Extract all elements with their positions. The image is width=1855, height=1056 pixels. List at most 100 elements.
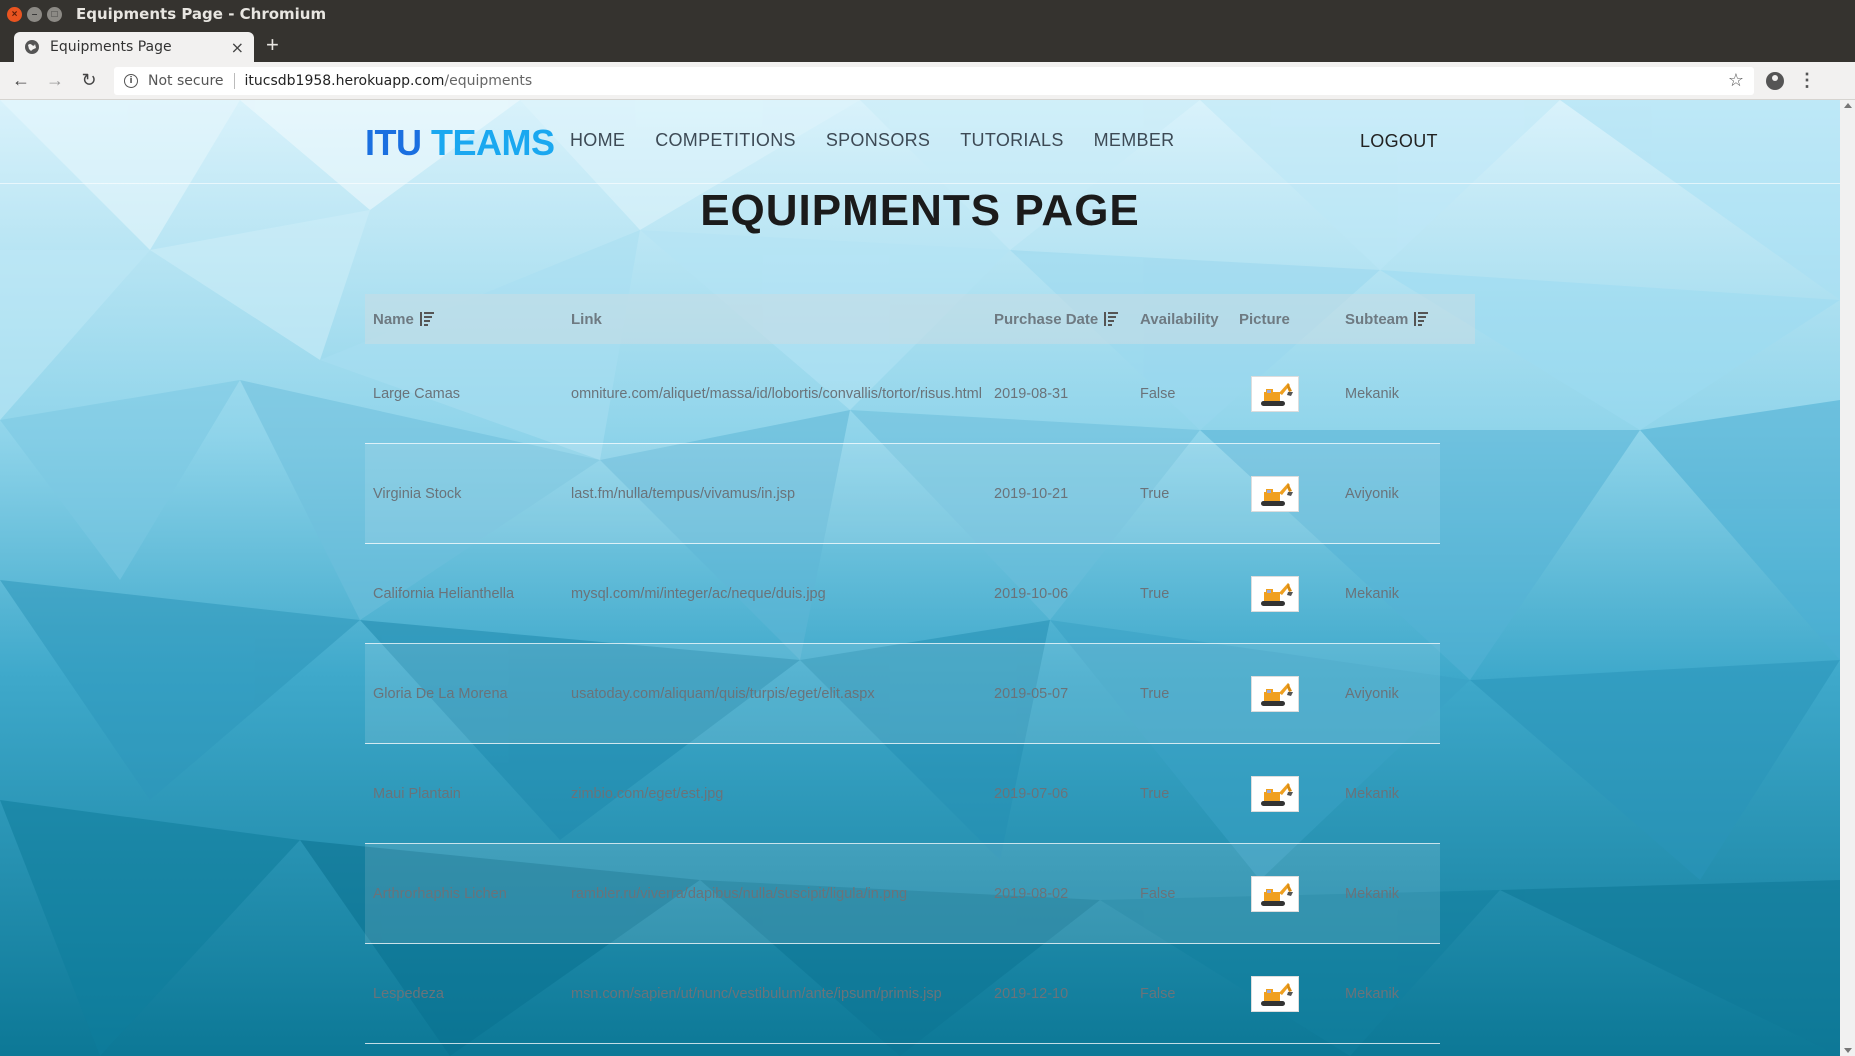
sort-icon[interactable] [1414, 312, 1429, 326]
nav-home[interactable]: HOME [570, 130, 625, 151]
window-controls: × – □ [7, 6, 62, 22]
table-row: Maui Plantain zimbio.com/eget/est.jpg 20… [365, 744, 1440, 844]
excavator-icon [1261, 982, 1293, 1006]
cell-picture [1231, 575, 1337, 612]
table-body: Large Camas omniture.com/aliquet/massa/i… [365, 344, 1475, 1044]
cell-link[interactable]: mysql.com/mi/integer/ac/neque/duis.jpg [563, 586, 986, 602]
excavator-thumbnail[interactable] [1251, 875, 1299, 912]
table-row: Large Camas omniture.com/aliquet/massa/i… [365, 344, 1440, 444]
new-tab-button[interactable]: + [266, 32, 279, 58]
header-subteam[interactable]: Subteam [1337, 311, 1440, 328]
cell-name: Large Camas [373, 385, 461, 402]
cell-link[interactable]: rambler.ru/viverra/dapibus/nulla/suscipi… [563, 886, 986, 902]
header-purchase-date[interactable]: Purchase Date [986, 311, 1132, 328]
cell-link[interactable]: omniture.com/aliquet/massa/id/lobortis/c… [563, 386, 986, 402]
page-title: EQUIPMENTS PAGE [700, 186, 1140, 235]
cell-link[interactable]: zimbio.com/eget/est.jpg [563, 786, 986, 802]
excavator-icon [1261, 582, 1293, 606]
logout-link[interactable]: LOGOUT [1360, 131, 1438, 152]
excavator-icon [1261, 482, 1293, 506]
browser-tab[interactable]: Equipments Page × [14, 32, 254, 62]
page-scrollbar[interactable] [1840, 100, 1855, 1056]
window-maximize-button[interactable]: □ [47, 6, 62, 22]
header-picture: Picture [1231, 311, 1337, 328]
cell-purchase-date: 2019-08-31 [994, 385, 1069, 402]
site-navbar: ITU TEAMS HOME COMPETITIONS SPONSORS TUT… [0, 100, 1840, 184]
cell-availability: True [1140, 685, 1170, 702]
excavator-icon [1261, 382, 1293, 406]
profile-icon[interactable] [1766, 71, 1784, 90]
cell-link[interactable]: msn.com/sapien/ut/nunc/vestibulum/ante/i… [563, 986, 986, 1002]
header-link-label: Link [571, 310, 602, 328]
window-minimize-button[interactable]: – [27, 6, 42, 22]
sort-icon[interactable] [1104, 312, 1119, 326]
info-icon[interactable]: i [124, 73, 138, 88]
brand-part2: TEAMS [431, 122, 555, 163]
excavator-thumbnail[interactable] [1251, 375, 1299, 412]
window-titlebar: × – □ Equipments Page - Chromium [0, 0, 1855, 28]
header-subteam-label: Subteam [1345, 310, 1409, 328]
header-availability: Availability [1132, 311, 1231, 328]
page-viewport: ITU TEAMS HOME COMPETITIONS SPONSORS TUT… [0, 100, 1840, 1056]
window-title: Equipments Page - Chromium [76, 5, 327, 23]
header-name-label: Name [373, 310, 414, 328]
cell-purchase-date: 2019-05-07 [994, 685, 1069, 702]
reload-icon[interactable]: ↻ [72, 66, 106, 96]
bookmark-star-icon[interactable]: ☆ [1728, 70, 1744, 91]
cell-subteam: Mekanik [1345, 585, 1399, 602]
nav-sponsors[interactable]: SPONSORS [826, 130, 930, 151]
excavator-thumbnail[interactable] [1251, 775, 1299, 812]
cell-subteam: Aviyonik [1345, 485, 1399, 502]
address-bar[interactable]: i Not secure itucsdb1958.herokuapp.com/e… [114, 66, 1754, 95]
cell-subteam: Mekanik [1345, 785, 1399, 802]
excavator-thumbnail[interactable] [1251, 675, 1299, 712]
scroll-up-icon[interactable] [1844, 103, 1852, 108]
cell-availability: False [1140, 885, 1176, 902]
sort-icon[interactable] [419, 312, 434, 326]
nav-competitions[interactable]: COMPETITIONS [655, 130, 796, 151]
cell-link[interactable]: last.fm/nulla/tempus/vivamus/in.jsp [563, 486, 986, 502]
header-name[interactable]: Name [365, 311, 563, 328]
cell-name: California Helianthella [373, 585, 515, 602]
cell-name: Virginia Stock [373, 485, 462, 502]
security-label: Not secure [148, 72, 224, 89]
excavator-thumbnail[interactable] [1251, 475, 1299, 512]
brand-logo[interactable]: ITU TEAMS [365, 122, 555, 164]
excavator-thumbnail[interactable] [1251, 975, 1299, 1012]
cell-subteam: Aviyonik [1345, 685, 1399, 702]
omnibox-separator [233, 72, 235, 89]
tab-close-icon[interactable]: × [231, 38, 244, 57]
nav-tutorials[interactable]: TUTORIALS [960, 130, 1063, 151]
url-path: /equipments [444, 72, 533, 89]
table-row: Gloria De La Morena usatoday.com/aliquam… [365, 644, 1440, 744]
tab-title: Equipments Page [50, 39, 172, 55]
cell-purchase-date: 2019-12-10 [994, 985, 1069, 1002]
cell-name: Lespedeza [373, 985, 444, 1002]
cell-availability: False [1140, 985, 1176, 1002]
window-close-button[interactable]: × [7, 6, 22, 22]
cell-name: Gloria De La Morena [373, 685, 508, 702]
menu-kebab-icon[interactable]: ⋮ [1798, 70, 1816, 91]
back-icon[interactable]: ← [4, 66, 38, 96]
excavator-icon [1261, 682, 1293, 706]
forward-icon[interactable]: → [38, 66, 72, 96]
table-row: Arthrorhaphis Lichen rambler.ru/viverra/… [365, 844, 1440, 944]
header-availability-label: Availability [1140, 310, 1219, 328]
cell-picture [1231, 775, 1337, 812]
cell-link[interactable]: usatoday.com/aliquam/quis/turpis/eget/el… [563, 686, 986, 702]
cell-picture [1231, 875, 1337, 912]
nav-member[interactable]: MEMBER [1094, 130, 1175, 151]
table-row: Virginia Stock last.fm/nulla/tempus/viva… [365, 444, 1440, 544]
scroll-down-icon[interactable] [1844, 1048, 1852, 1053]
excavator-icon [1261, 782, 1293, 806]
cell-name: Arthrorhaphis Lichen [373, 885, 507, 902]
cell-picture [1231, 975, 1337, 1012]
cell-availability: True [1140, 485, 1170, 502]
globe-icon [25, 40, 39, 54]
cell-availability: False [1140, 385, 1176, 402]
cell-picture [1231, 375, 1337, 412]
equipment-table: Name Link Purchase Date Availability Pic… [365, 294, 1475, 1044]
cell-purchase-date: 2019-10-06 [994, 585, 1069, 602]
excavator-thumbnail[interactable] [1251, 575, 1299, 612]
cell-subteam: Mekanik [1345, 985, 1399, 1002]
